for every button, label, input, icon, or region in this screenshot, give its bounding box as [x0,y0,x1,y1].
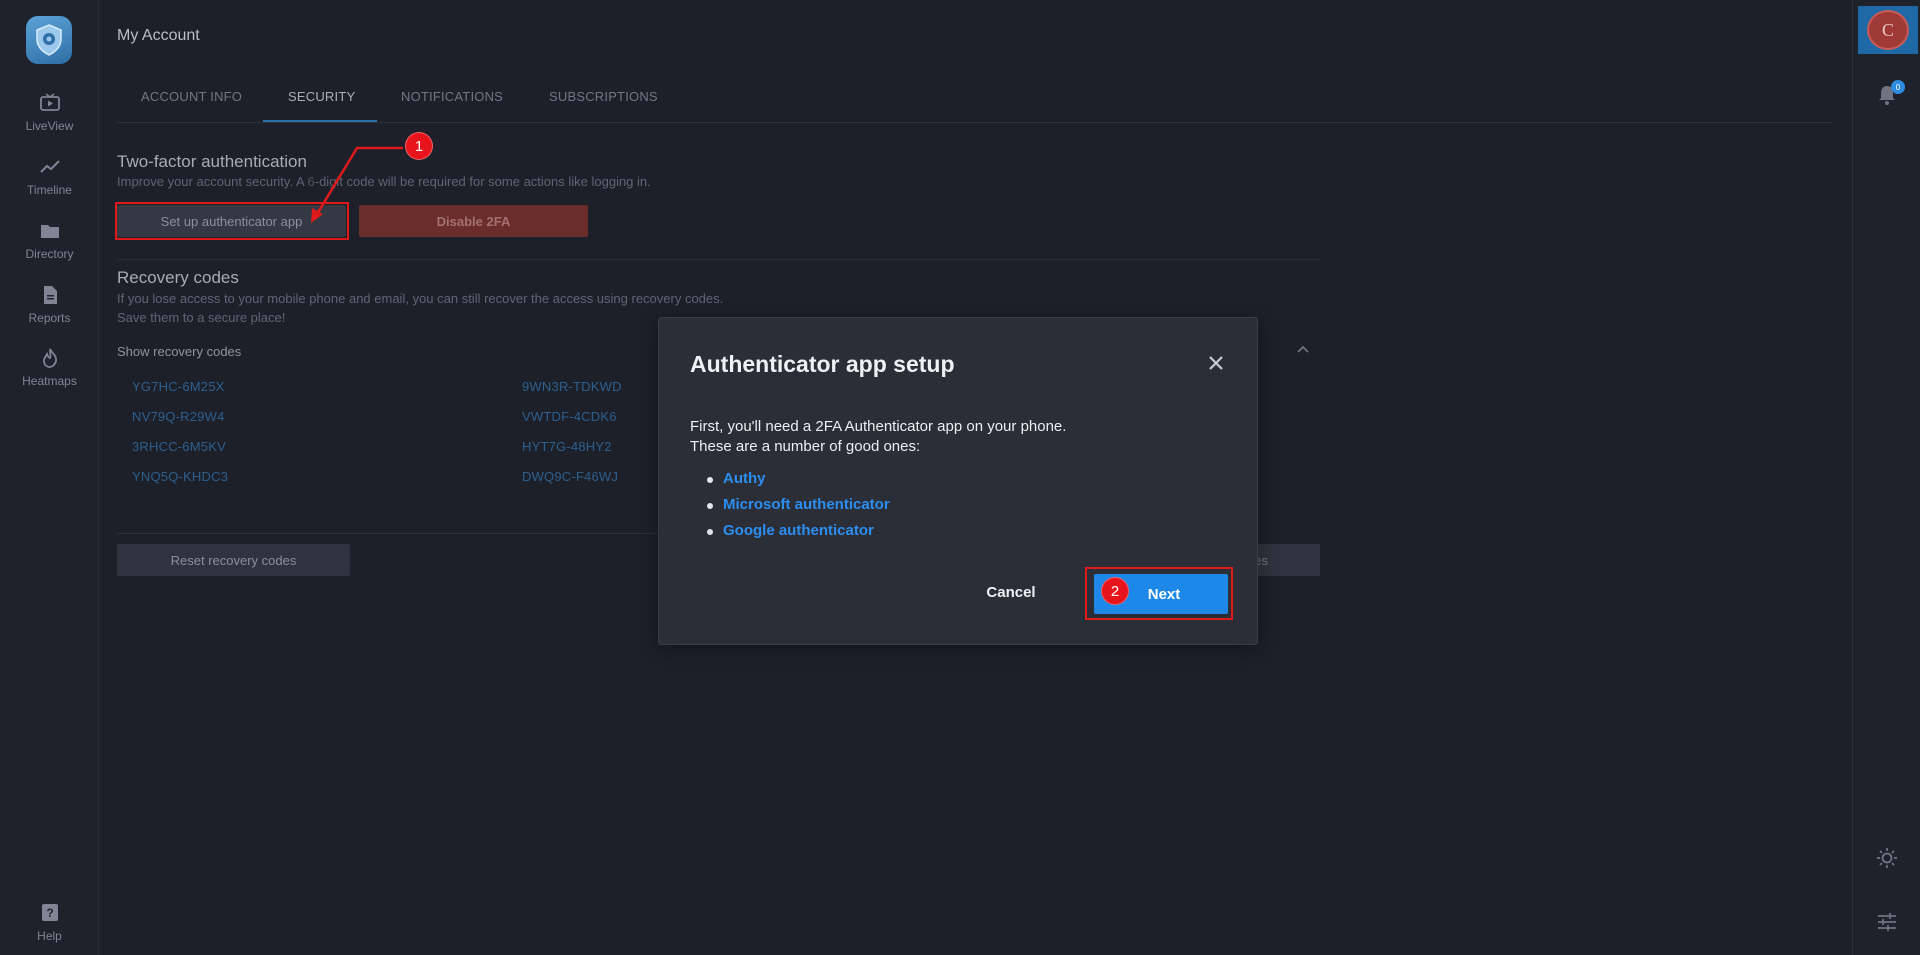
settings-sliders-icon[interactable] [1877,913,1897,931]
avatar: C [1867,10,1909,50]
sidebar-item-help[interactable]: ? Help [0,903,99,943]
close-icon[interactable] [1206,353,1226,373]
recovery-code: 9WN3R-TDKWD [522,379,622,394]
recovery-code: 3RHCC-6M5KV [132,439,226,454]
app-link-microsoft-authenticator[interactable]: Microsoft authenticator [707,496,890,522]
app-logo[interactable] [26,16,72,64]
sidebar-item-label: Reports [28,311,71,325]
app-link-google-authenticator[interactable]: Google authenticator [707,522,890,548]
tab-security[interactable]: SECURITY [288,89,355,104]
annotation-marker-2: 2 [1101,577,1129,605]
dialog-text-line-2: These are a number of good ones: [690,438,921,455]
recovery-code: NV79Q-R29W4 [132,409,225,424]
section-divider [117,533,657,534]
recovery-description-2: Save them to a secure place! [117,310,286,325]
sidebar-item-timeline[interactable]: Timeline [0,157,99,197]
svg-text:?: ? [46,906,53,920]
authenticator-setup-dialog: Authenticator app setup First, you'll ne… [658,317,1258,645]
sidebar-item-label: Directory [25,247,74,261]
recovery-code: DWQ9C-F46WJ [522,469,619,484]
chevron-up-icon[interactable] [1296,342,1310,356]
dialog-text-line-1: First, you'll need a 2FA Authenticator a… [690,418,1067,435]
two-factor-title: Two-factor authentication [117,152,307,171]
avatar-button[interactable]: C [1858,6,1918,54]
sidebar-item-label: Timeline [27,183,72,197]
tab-notifications[interactable]: NOTIFICATIONS [401,89,503,104]
dialog-title: Authenticator app setup [690,351,955,377]
recovery-title: Recovery codes [117,268,239,287]
flame-icon [42,348,57,368]
tab-subscriptions[interactable]: SUBSCRIPTIONS [549,89,658,104]
trend-line-icon [39,160,60,173]
sidebar-item-label: Help [37,929,62,943]
folder-icon [40,225,59,238]
disable-2fa-button[interactable]: Disable 2FA [359,205,588,237]
section-divider [117,259,1320,260]
notification-badge: 0 [1891,80,1905,94]
sun-icon[interactable] [1876,847,1898,869]
shield-logo-icon [36,24,62,56]
cancel-button[interactable]: Cancel [971,584,1051,601]
authenticator-app-list: Authy Microsoft authenticator Google aut… [707,470,890,548]
tv-play-icon [39,93,60,111]
sidebar-item-liveview[interactable]: LiveView [0,93,99,133]
annotation-marker-1: 1 [405,132,433,160]
app-link-authy[interactable]: Authy [707,470,890,496]
page-title: My Account [117,27,200,44]
recovery-code: HYT7G-48HY2 [522,439,612,454]
sidebar-item-directory[interactable]: Directory [0,221,99,261]
recovery-description-1: If you lose access to your mobile phone … [117,291,724,306]
sidebar-item-reports[interactable]: Reports [0,285,99,325]
setup-authenticator-button[interactable]: Set up authenticator app [117,205,346,237]
right-rail: C 0 [1852,0,1920,955]
two-factor-description-end: -digit code will be required for some ac… [314,174,651,189]
reset-recovery-codes-button[interactable]: Reset recovery codes [117,544,350,576]
left-sidebar: LiveView Timeline Directory Reports Heat… [0,0,99,955]
recovery-code: YNQ5Q-KHDC3 [132,469,229,484]
active-tab-indicator [263,120,377,122]
recovery-code: YG7HC-6M25X [132,379,225,394]
tab-bar: ACCOUNT INFO SECURITY NOTIFICATIONS SUBS… [117,80,1832,123]
tab-account-info[interactable]: ACCOUNT INFO [141,89,242,104]
document-icon [43,286,57,304]
sidebar-item-heatmaps[interactable]: Heatmaps [0,348,99,388]
sidebar-item-label: Heatmaps [22,374,77,388]
help-icon: ? [41,904,58,921]
recovery-code: VWTDF-4CDK6 [522,409,617,424]
sidebar-item-label: LiveView [25,119,74,133]
two-factor-description-start: Improve your account security. A [117,174,308,189]
two-factor-description: Improve your account security. A 6-digit… [117,174,651,189]
show-recovery-codes-toggle[interactable]: Show recovery codes [117,344,241,359]
